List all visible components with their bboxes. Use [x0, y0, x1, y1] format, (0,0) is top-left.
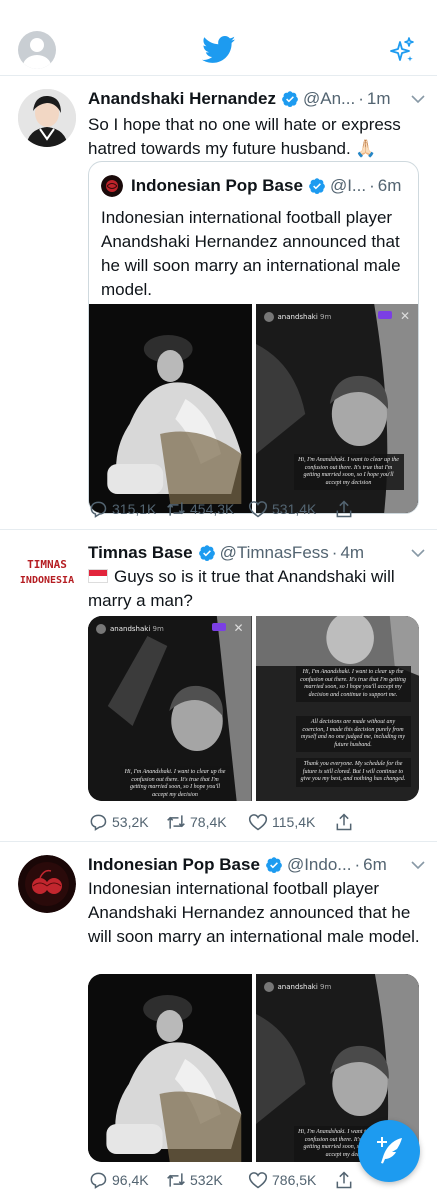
- story-caption: Hi, I'm Anandshaki. I want to clear up t…: [120, 766, 230, 801]
- story-caption: Hi, I'm Anandshaki. I want to clear up t…: [295, 666, 411, 702]
- indonesia-flag-icon: [88, 569, 108, 583]
- reply-button[interactable]: 53,2K: [88, 812, 166, 832]
- like-button[interactable]: 786,5K: [248, 1170, 334, 1190]
- share-icon: [336, 500, 352, 518]
- chevron-down-icon[interactable]: [411, 94, 425, 104]
- tweet-1[interactable]: Anandshaki Hernandez @An... · 1m So I ho…: [0, 77, 437, 530]
- retweet-button[interactable]: 532K: [166, 1170, 248, 1190]
- share-icon: [336, 813, 352, 831]
- share-button[interactable]: [334, 812, 354, 832]
- retweet-icon: [167, 502, 185, 516]
- verified-badge-icon: [282, 91, 298, 108]
- photo[interactable]: anandshaki 9m ✕ Hi, I'm Anandshaki. I wa…: [88, 616, 252, 801]
- display-name: Indonesian Pop Base: [131, 176, 303, 195]
- photo[interactable]: anandshaki 9m ✕ Hi, I'm Anandshaki. I wa…: [255, 304, 418, 513]
- reply-icon: [90, 501, 107, 518]
- svg-text:INDONESIA: INDONESIA: [20, 575, 74, 586]
- story-badge: [211, 623, 226, 631]
- story-username: anandshaki 9m: [96, 624, 164, 634]
- like-button[interactable]: 531,4K: [248, 499, 334, 519]
- verified-badge-icon: [309, 178, 325, 195]
- handle[interactable]: @An...: [303, 89, 355, 109]
- quoted-tweet[interactable]: Indonesian Pop Base @I... · 6m Indonesia…: [88, 161, 419, 514]
- compose-tweet-button[interactable]: [358, 1120, 420, 1182]
- timestamp[interactable]: 4m: [340, 543, 364, 563]
- avatar: [101, 175, 123, 197]
- display-name[interactable]: Timnas Base: [88, 543, 193, 563]
- tweet-header: Anandshaki Hernandez @An... · 1m: [88, 89, 391, 109]
- retweet-icon: [167, 1173, 185, 1187]
- heart-icon: [248, 501, 268, 518]
- tweet-header: Timnas Base @TimnasFess · 4m: [88, 543, 365, 563]
- story-username: anandshaki 9m: [263, 982, 331, 992]
- heart-icon: [248, 814, 268, 831]
- close-icon: ✕: [233, 621, 244, 635]
- timestamp[interactable]: 1m: [367, 89, 391, 109]
- handle[interactable]: @Indo...: [287, 855, 352, 875]
- svg-text:TIMNAS: TIMNAS: [27, 558, 67, 571]
- reply-icon: [90, 814, 107, 831]
- avatar[interactable]: [18, 855, 76, 913]
- chevron-down-icon[interactable]: [411, 548, 425, 558]
- tweet-actions: 315,1K 454,3K 531,4K: [88, 498, 388, 520]
- tweet-actions: 96,4K 532K 786,5K: [88, 1169, 388, 1191]
- story-username: anandshaki 9m: [263, 312, 331, 322]
- tweet-text: So I hope that no one will hate or expre…: [88, 115, 401, 158]
- avatar[interactable]: TIMNAS INDONESIA: [18, 543, 76, 601]
- quote-header: Indonesian Pop Base @I... · 6m: [101, 174, 410, 198]
- compose-tweet-icon: [377, 1137, 402, 1164]
- handle[interactable]: @TimnasFess: [220, 543, 329, 563]
- close-icon: ✕: [399, 309, 410, 323]
- display-name[interactable]: Indonesian Pop Base: [88, 855, 260, 875]
- tweet-header: Indonesian Pop Base @Indo... · 6m: [88, 855, 387, 875]
- top-bar: [0, 0, 437, 76]
- quote-text: Indonesian international football player…: [101, 208, 401, 299]
- heart-icon: [248, 1172, 268, 1189]
- story-badge: [378, 311, 392, 319]
- like-button[interactable]: 115,4K: [248, 812, 334, 832]
- share-icon: [336, 1171, 352, 1189]
- verified-badge-icon: [198, 545, 215, 562]
- story-caption: Thank you everyone. My schedule for the …: [295, 758, 411, 787]
- story-caption: All decisions are made without any coerc…: [295, 716, 411, 752]
- story-caption: Hi, I'm Anandshaki. I want to clear up t…: [293, 454, 404, 490]
- display-name[interactable]: Anandshaki Hernandez: [88, 89, 276, 109]
- photo[interactable]: Hi, I'm Anandshaki. I want to clear up t…: [255, 616, 419, 801]
- media-grid: anandshaki 9m ✕ Hi, I'm Anandshaki. I wa…: [89, 304, 418, 513]
- tweet-2[interactable]: TIMNAS INDONESIA Timnas Base @TimnasFess…: [0, 531, 437, 842]
- photo[interactable]: [89, 304, 252, 513]
- twitter-bird-icon: [202, 36, 236, 63]
- tweet-text: Guys so is it true that Anandshaki will …: [88, 567, 395, 610]
- retweet-button[interactable]: 454,3K: [166, 499, 248, 519]
- verified-badge-icon: [266, 857, 282, 874]
- tweet-text: Indonesian international football player…: [88, 879, 420, 946]
- media-grid: anandshaki 9m ✕ Hi, I'm Anandshaki. I wa…: [88, 616, 419, 801]
- timestamp[interactable]: 6m: [363, 855, 387, 875]
- share-button[interactable]: [334, 499, 354, 519]
- reply-icon: [90, 1172, 107, 1189]
- retweet-icon: [167, 815, 185, 829]
- share-button[interactable]: [334, 1170, 354, 1190]
- photo[interactable]: [88, 974, 252, 1162]
- sparkle-icon[interactable]: [388, 36, 416, 64]
- avatar[interactable]: [18, 89, 76, 147]
- retweet-button[interactable]: 78,4K: [166, 812, 248, 832]
- profile-avatar-icon[interactable]: [18, 31, 56, 69]
- tweet-actions: 53,2K 78,4K 115,4K: [88, 811, 388, 833]
- reply-button[interactable]: 315,1K: [88, 499, 166, 519]
- reply-button[interactable]: 96,4K: [88, 1170, 166, 1190]
- chevron-down-icon[interactable]: [411, 860, 425, 870]
